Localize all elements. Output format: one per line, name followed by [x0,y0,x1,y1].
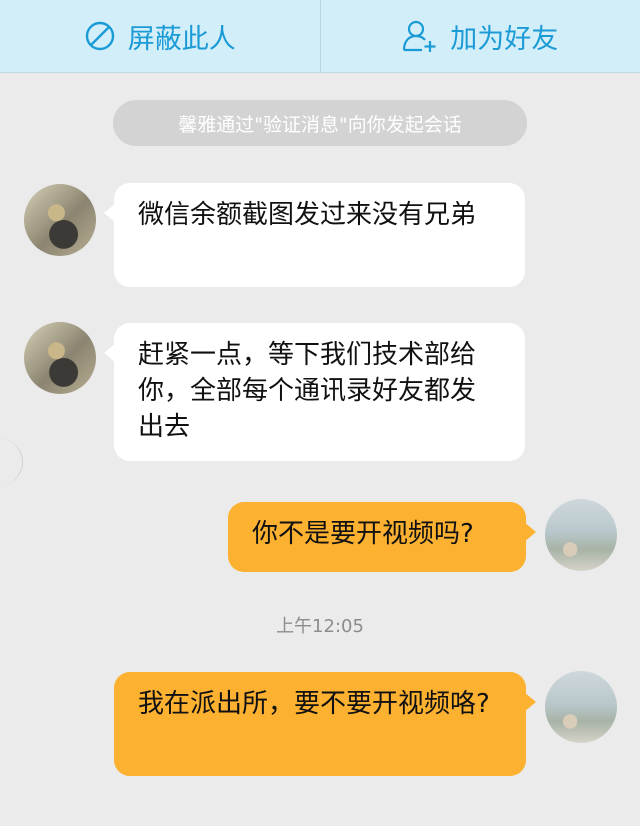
incoming-message-bubble[interactable]: 赶紧一点，等下我们技术部给你，全部每个通讯录好友都发出去 [104,323,525,461]
contact-avatar[interactable] [24,322,96,394]
my-avatar[interactable] [545,671,617,743]
block-user-label: 屏蔽此人 [127,23,236,55]
block-user-button[interactable]: 屏蔽此人 [0,0,320,72]
edge-decoration [0,438,23,486]
my-avatar[interactable] [545,499,617,571]
block-icon [84,20,116,52]
add-friend-label: 加为好友 [450,23,559,55]
contact-avatar[interactable] [24,184,96,256]
outgoing-message-bubble[interactable]: 你不是要开视频吗? [228,502,536,572]
system-notice: 馨雅通过"验证消息"向你发起会话 [113,100,527,146]
message-timestamp: 上午12:05 [276,616,364,637]
add-friend-button[interactable]: 加为好友 [321,0,640,72]
outgoing-message-bubble[interactable]: 我在派出所，要不要开视频咯? [114,672,536,776]
incoming-message-bubble[interactable]: 微信余额截图发过来没有兄弟 [104,183,525,287]
add-friend-icon [402,19,438,53]
chat-action-bar: 屏蔽此人 加为好友 [0,0,640,73]
